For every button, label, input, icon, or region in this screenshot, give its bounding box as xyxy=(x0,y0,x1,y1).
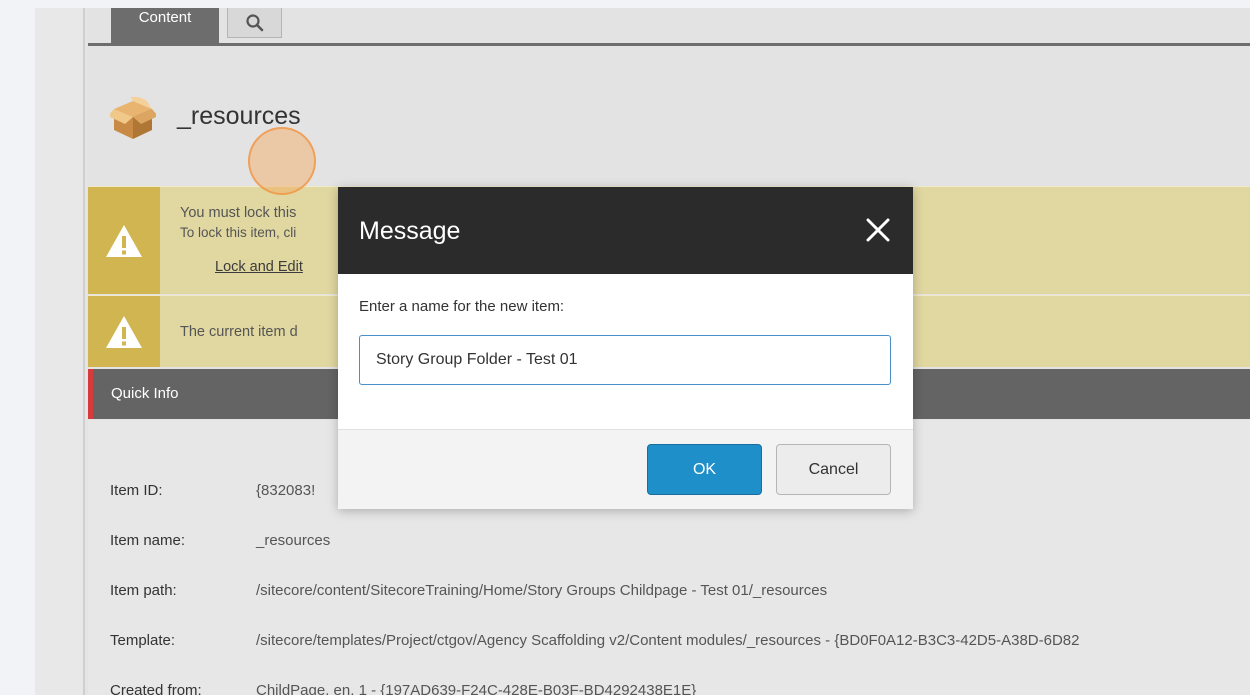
lock-warning-subtext: To lock this item, cli xyxy=(180,225,297,240)
dialog-body: Enter a name for the new item: xyxy=(338,274,913,429)
warning-icon xyxy=(106,224,142,257)
warning-icon-cell xyxy=(88,296,160,367)
info-value: /sitecore/content/SitecoreTraining/Home/… xyxy=(256,582,828,599)
dialog-prompt: Enter a name for the new item: xyxy=(359,298,565,315)
close-icon[interactable] xyxy=(865,217,891,243)
dialog-header: Message xyxy=(338,187,913,274)
item-warning-text: The current item d xyxy=(180,324,298,340)
tab-content-label: Content xyxy=(138,8,192,26)
info-label: Item name: xyxy=(110,532,186,549)
warning-icon xyxy=(106,315,142,348)
info-label: Created from: xyxy=(110,682,202,695)
lock-warning-text: You must lock this xyxy=(180,205,297,221)
info-label: Template: xyxy=(110,632,176,649)
warning-icon-cell xyxy=(88,187,160,294)
page-margin-left xyxy=(0,0,35,695)
info-label: Item path: xyxy=(110,582,177,599)
dialog-footer: OK Cancel xyxy=(338,429,913,509)
search-icon xyxy=(245,13,263,31)
info-value: {832083! xyxy=(256,482,316,499)
item-name-input[interactable] xyxy=(359,335,891,385)
package-box-icon xyxy=(110,97,156,139)
item-header: _resources xyxy=(88,49,1250,184)
tab-content[interactable]: Content xyxy=(111,8,219,46)
page-margin-top xyxy=(0,0,1250,8)
item-title: _resources xyxy=(177,102,301,130)
info-label: Item ID: xyxy=(110,482,163,499)
dialog-title: Message xyxy=(359,217,461,245)
ok-button[interactable]: OK xyxy=(647,444,762,495)
message-dialog: Message Enter a name for the new item: O… xyxy=(338,187,913,509)
info-value: _resources xyxy=(256,532,331,549)
lock-and-edit-link[interactable]: Lock and Edit xyxy=(215,259,303,275)
left-strip xyxy=(35,8,85,695)
quick-info-title: Quick Info xyxy=(111,385,179,402)
cancel-button[interactable]: Cancel xyxy=(776,444,891,495)
tab-search[interactable] xyxy=(227,8,282,38)
tab-bar: Content xyxy=(88,8,1250,46)
info-value: /sitecore/templates/Project/ctgov/Agency… xyxy=(256,632,1080,649)
info-value: ChildPage, en, 1 - {197AD639-F24C-428E-B… xyxy=(256,682,697,695)
